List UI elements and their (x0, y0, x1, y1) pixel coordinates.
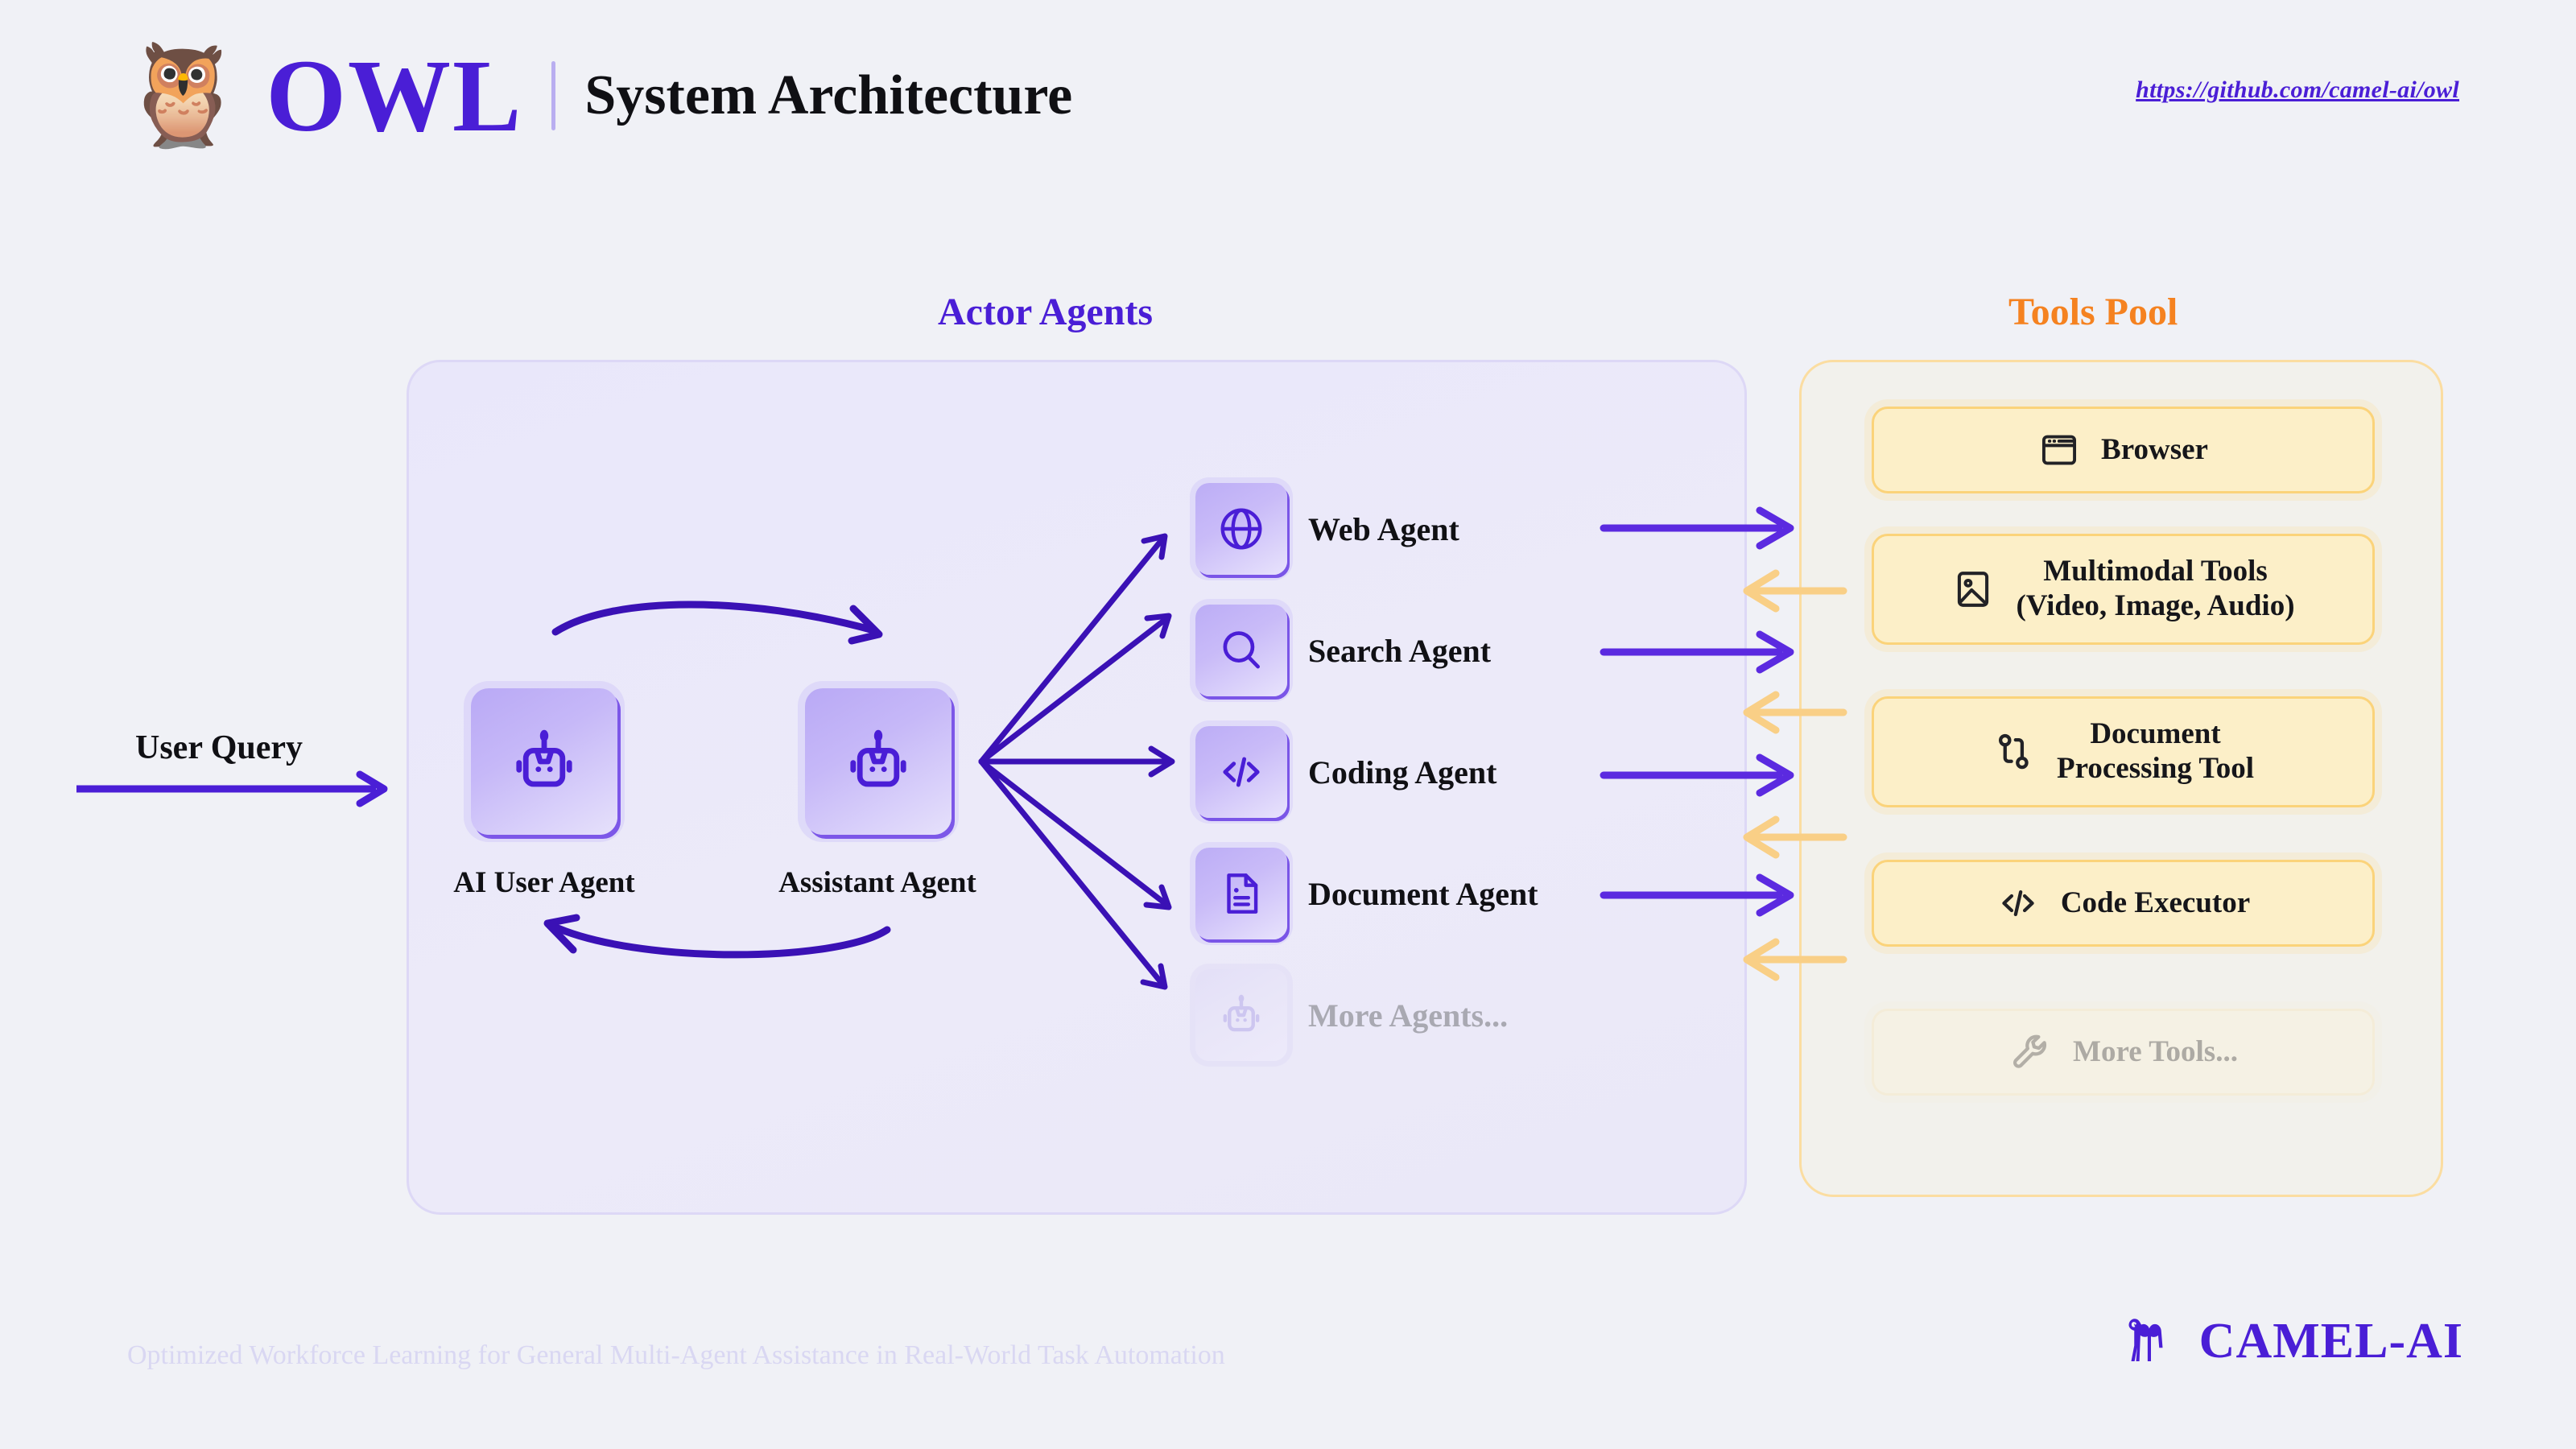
coding-agent-label: Coding Agent (1308, 753, 1497, 791)
user-query-arrow-icon (76, 770, 388, 807)
tool-label-line1: Multimodal Tools (2043, 555, 2268, 588)
search-agent-tile[interactable] (1195, 605, 1287, 696)
tools-pool-title: Tools Pool (2008, 291, 2178, 333)
repo-url-link[interactable]: https://github.com/camel-ai/owl (2136, 76, 2459, 104)
browser-window-icon (2042, 435, 2077, 465)
actor-row-coding-agent[interactable]: Coding Agent (1195, 726, 1497, 818)
title-divider (551, 61, 556, 130)
page-title: System Architecture (584, 64, 1073, 126)
robot-icon (1223, 994, 1260, 1032)
code-icon (2002, 890, 2034, 917)
tool-card-document-processing-tool[interactable]: Document Processing Tool (1872, 696, 2375, 807)
ai-user-agent-label: AI User Agent (453, 866, 635, 899)
tool-card-more-tools[interactable]: More Tools... (1872, 1009, 2375, 1096)
document-agent-label: Document Agent (1308, 875, 1538, 912)
globe-icon (1220, 508, 1262, 550)
more-agents-label: More Agents... (1308, 997, 1509, 1034)
actor-row-search-agent[interactable]: Search Agent (1195, 605, 1491, 696)
tool-card-code-executor[interactable]: Code Executor (1872, 860, 2375, 947)
tool-label-line2: Processing Tool (2057, 752, 2254, 785)
document-agent-tile[interactable] (1195, 848, 1287, 939)
web-agent-tile[interactable] (1195, 483, 1287, 575)
tool-label-document-processing-tool: Document Processing Tool (2057, 717, 2254, 786)
camel-ai-brand-name: CAMEL-AI (2198, 1313, 2463, 1368)
brand-name: OWL (266, 39, 523, 153)
camel-ai-logo: CAMEL-AI (2119, 1312, 2463, 1370)
tool-card-browser[interactable]: Browser (1872, 407, 2375, 493)
git-branch-icon (1998, 733, 2029, 770)
assistant-agent-tile[interactable] (805, 688, 952, 835)
user-query-label: User Query (135, 729, 303, 766)
footer-tagline: Optimized Workforce Learning for General… (127, 1340, 1225, 1370)
robot-icon (850, 729, 906, 787)
tool-label-line1: Document (2090, 717, 2221, 751)
actor-row-document-agent[interactable]: Document Agent (1195, 848, 1538, 939)
robot-icon (516, 729, 572, 787)
header: 🦉 OWL System Architecture (121, 44, 1072, 147)
camel-icon (2128, 1319, 2163, 1361)
tool-label-browser: Browser (2101, 432, 2208, 466)
assistant-agent-label: Assistant Agent (778, 866, 976, 899)
document-icon (1227, 873, 1258, 914)
search-icon (1223, 631, 1260, 669)
actor-agents-title: Actor Agents (938, 291, 1154, 333)
actor-row-web-agent[interactable]: Web Agent (1195, 483, 1459, 575)
owl-icon: 🦉 (121, 40, 246, 151)
tool-label-more-tools: More Tools... (2073, 1034, 2238, 1068)
search-agent-label: Search Agent (1308, 632, 1492, 669)
wrench-icon (2013, 1034, 2047, 1068)
ai-user-agent-tile[interactable] (471, 688, 617, 835)
tool-card-multimodal-tools[interactable]: Multimodal Tools (Video, Image, Audio) (1872, 534, 2375, 645)
web-agent-label: Web Agent (1308, 510, 1459, 547)
coding-agent-tile[interactable] (1195, 726, 1287, 818)
more-agents-tile[interactable] (1195, 969, 1287, 1061)
tool-label-line2: (Video, Image, Audio) (2016, 589, 2295, 622)
image-icon (1958, 572, 1989, 607)
tool-label-code-executor: Code Executor (2060, 886, 2251, 919)
actor-row-more-agents[interactable]: More Agents... (1195, 969, 1508, 1061)
tool-label-multimodal-tools: Multimodal Tools (Video, Image, Audio) (2016, 555, 2294, 624)
code-icon (1223, 757, 1260, 787)
